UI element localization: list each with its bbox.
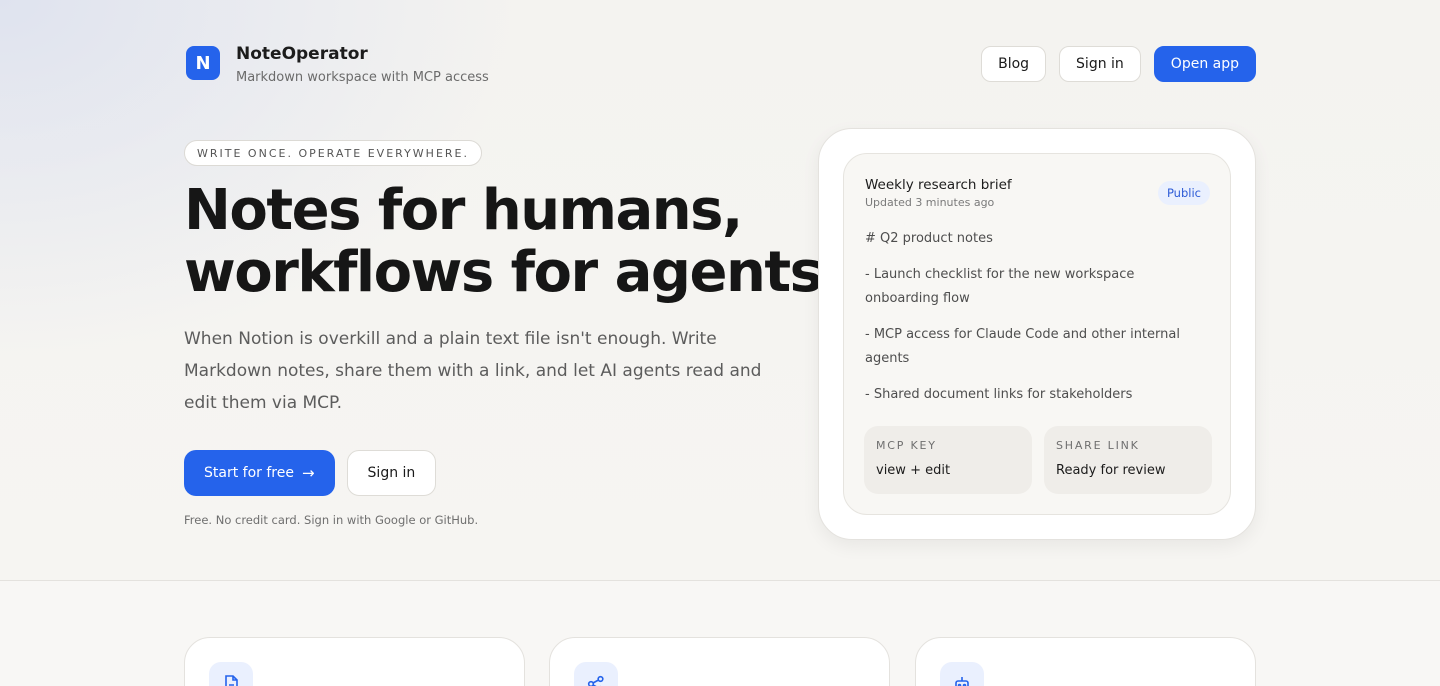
doc-line: # Q2 product notes xyxy=(865,231,993,246)
doc-updated: Updated 3 minutes ago xyxy=(865,196,995,209)
page: N NoteOperator Markdown workspace with M… xyxy=(0,0,1440,686)
logo-letter: N xyxy=(195,52,211,74)
fine-print: Free. No credit card. Sign in with Googl… xyxy=(184,513,479,527)
document-icon xyxy=(209,662,253,686)
meta-label: SHARE LINK xyxy=(1056,439,1140,452)
open-app-button[interactable]: Open app xyxy=(1153,46,1256,82)
sign-in-button[interactable]: Sign in xyxy=(1059,46,1141,82)
meta-label: MCP KEY xyxy=(876,439,937,452)
meta-value: view + edit xyxy=(876,463,951,478)
headline-line-2: workflows for agents. xyxy=(184,240,843,305)
share-link-box: SHARE LINK Ready for review xyxy=(1044,426,1212,494)
visibility-badge: Public xyxy=(1157,181,1210,205)
feature-card xyxy=(549,637,890,686)
top-nav: Blog Sign in Open app xyxy=(981,46,1256,82)
hero-lede: When Notion is overkill and a plain text… xyxy=(184,329,762,413)
share-icon xyxy=(574,662,618,686)
cta-row: Start for free → Sign in xyxy=(184,450,437,496)
robot-icon xyxy=(940,662,984,686)
headline-line-1: Notes for humans, xyxy=(184,178,743,243)
brand-subtitle: Markdown workspace with MCP access xyxy=(236,70,489,85)
preview-card: Weekly research brief Updated 3 minutes … xyxy=(818,128,1256,540)
blog-button[interactable]: Blog xyxy=(981,46,1047,82)
hero-headline: Notes for humans, workflows for agents. xyxy=(184,178,843,305)
start-for-free-button[interactable]: Start for free → xyxy=(184,450,335,496)
doc-line: - Shared document links for stakeholders xyxy=(865,387,1133,402)
hero-sign-in-label: Sign in xyxy=(367,465,416,481)
arrow-right-icon: → xyxy=(301,464,315,482)
doc-line: - Launch checklist for the new workspace… xyxy=(865,267,1135,306)
feature-card xyxy=(184,637,525,686)
doc-title: Weekly research brief xyxy=(865,177,1012,193)
start-for-free-label: Start for free xyxy=(204,465,294,481)
hero-sign-in-button[interactable]: Sign in xyxy=(346,450,437,496)
feature-card xyxy=(915,637,1256,686)
site-header: N NoteOperator Markdown workspace with M… xyxy=(186,44,1256,85)
logo-icon[interactable]: N xyxy=(186,46,220,80)
brand-title[interactable]: NoteOperator xyxy=(236,44,368,64)
preview-document[interactable]: Weekly research brief Updated 3 minutes … xyxy=(843,153,1231,515)
meta-value: Ready for review xyxy=(1056,463,1166,478)
hero-eyebrow: WRITE ONCE. OPERATE EVERYWHERE. xyxy=(184,140,482,166)
mcp-key-box: MCP KEY view + edit xyxy=(864,426,1032,494)
doc-line: - MCP access for Claude Code and other i… xyxy=(865,327,1180,366)
